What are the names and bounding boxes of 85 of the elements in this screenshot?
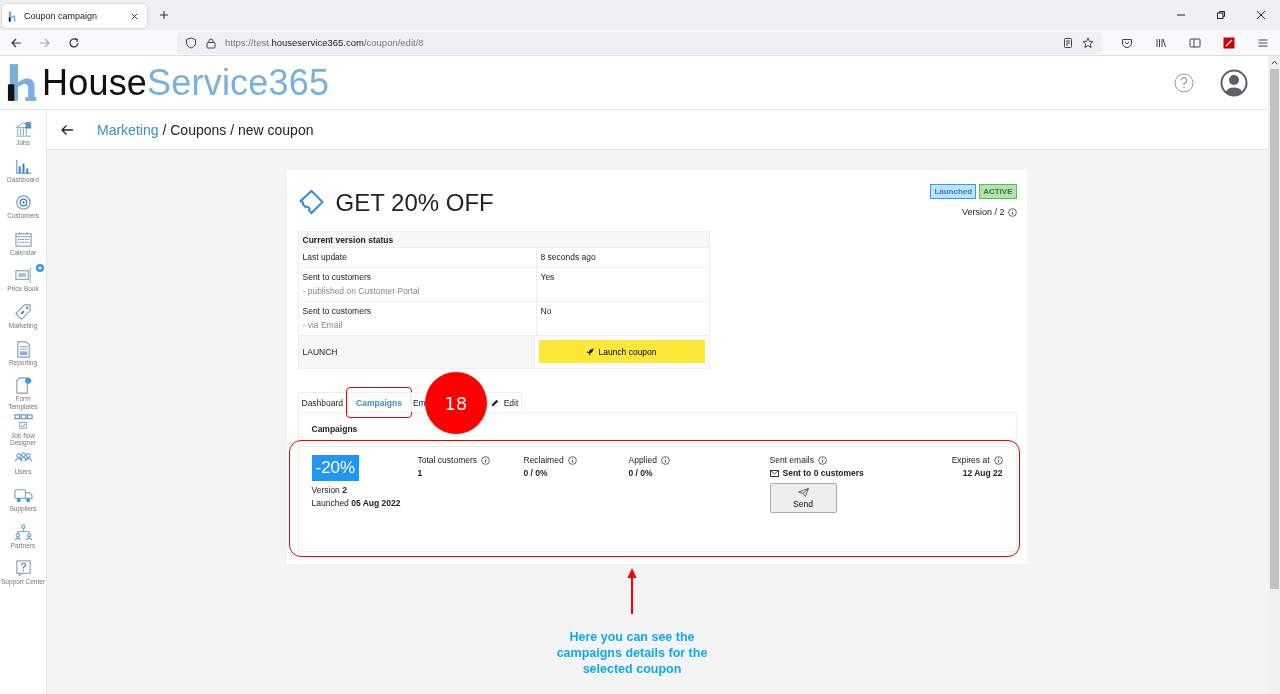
info-icon[interactable] [660,455,670,465]
stat-value: 12 Aug 22 [962,468,1003,478]
tab[interactable]: Em [410,392,426,412]
logo-icon [8,10,18,22]
discount-badge: -20% [311,455,360,481]
envelope-icon [769,469,779,477]
stat-label: Sent emails [769,455,814,465]
star-icon[interactable] [1082,36,1094,49]
step-badge: 18 [424,372,487,434]
menu-icon[interactable] [1257,36,1269,49]
pocket-icon[interactable] [1121,36,1133,49]
back-icon[interactable] [10,36,22,49]
send-button[interactable]: Send [769,483,837,513]
tab[interactable]: Edit [486,392,523,412]
pencil-icon [490,398,499,407]
stat-label: Expires at [951,455,990,465]
avatar-icon[interactable] [1220,68,1248,97]
annotation-text: Here you can see the campaigns details for the selected coupon [555,629,709,677]
stat-label: Total customers [417,455,478,465]
coupon-title: GET 20% OFF [335,189,494,217]
stat-value: Sent to 0 customers [782,468,864,478]
stat-value: 0 / 0% [523,468,548,478]
scroll-up-icon[interactable] [1269,58,1279,67]
library-icon[interactable] [1155,36,1167,49]
logo-text: HouseService365 [42,65,330,101]
close-icon[interactable] [1256,10,1266,20]
paper-plane-icon [797,487,809,497]
info-icon[interactable] [481,455,491,465]
flow-icon [13,412,33,432]
breadcrumb-link[interactable]: Marketing [97,121,159,138]
launch-date-text: Launched 05 Aug 2022 [311,498,401,508]
info-icon[interactable] [817,455,827,465]
form-icon [13,376,33,396]
table-cell-text: 8 seconds ago [539,251,597,264]
highlight-frame [346,387,412,418]
price-sign-icon [13,266,33,286]
launch-button[interactable]: Launch coupon [538,340,705,363]
tag-icon [13,302,33,322]
info-icon[interactable] [1007,207,1017,217]
scrollbar[interactable] [1268,56,1280,694]
scrollbar-thumb[interactable] [1269,69,1279,589]
back-arrow-icon[interactable] [60,123,74,136]
new-tab-icon[interactable] [159,10,169,20]
table-header: Current version status [298,232,709,248]
reader-view-icon[interactable] [1062,36,1074,49]
address-bar[interactable]: https://test.houseservice365.com/coupon/edit/8 [177,31,1102,54]
table-cell: LAUNCH [298,336,535,368]
rocket-icon [586,347,595,356]
tab[interactable]: Campaigns [347,392,411,412]
arrow-icon [627,568,637,614]
table-cell-note: - via Email [302,320,344,330]
target-icon [13,193,33,213]
close-icon[interactable] [130,11,139,21]
help-icon [13,559,33,579]
shield-icon [185,36,197,49]
table-cell-note: - published on Customer Portal [302,286,421,296]
stat-value: 0 / 0% [628,468,653,478]
bank-icon [13,120,33,139]
network-icon [13,522,33,542]
stat-label: Reclaimed [523,455,564,465]
extension-icon[interactable] [1223,36,1235,49]
info-icon[interactable] [567,455,577,465]
breadcrumb-text: / Coupons / new coupon [162,121,314,138]
status-badge: Launched [930,184,977,199]
ticket-icon [297,189,324,215]
sidebar-icon[interactable] [1189,36,1201,49]
version-text: Version / 2 [961,207,1005,217]
table-cell-text: Yes [539,271,556,284]
table-cell-text: Sent to customers [302,306,372,316]
version-text: Version 2 [311,485,347,495]
restore-icon[interactable] [1216,10,1226,20]
calendar-icon [13,229,33,249]
info-icon[interactable] [993,455,1003,465]
table-cell-text: Sent to customers [302,272,372,282]
plus-icon[interactable] [36,264,44,273]
lock-icon [205,36,217,49]
stat-value: 1 [417,468,423,478]
help-icon[interactable] [1174,72,1194,93]
status-badge: ACTIVE [979,184,1017,199]
reload-icon[interactable] [68,36,80,49]
stat-label: Applied [628,455,657,465]
browser-tab[interactable]: Coupon campaign [2,4,147,28]
table-cell-text: No [539,305,553,318]
panel-title: Campaigns [311,424,358,434]
table-cell: Last update [298,248,537,267]
